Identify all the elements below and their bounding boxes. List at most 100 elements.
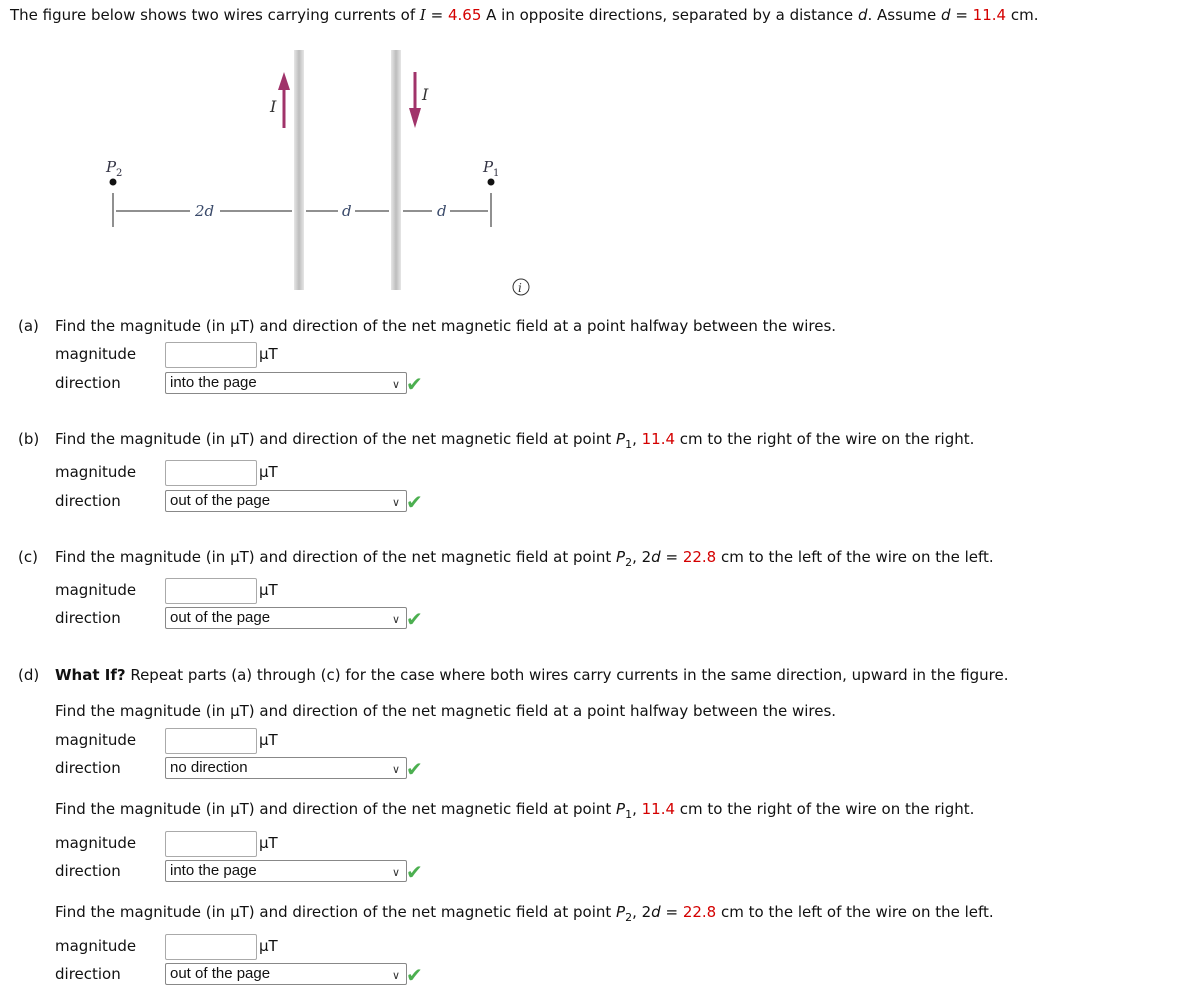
part-a-letter: (a)	[18, 317, 39, 335]
dim-label-d1: d	[342, 202, 352, 220]
svg-text:i: i	[518, 281, 522, 295]
part-d2-direction-label: direction	[55, 862, 121, 880]
q-text: Find the magnitude (in μT) and direction…	[55, 548, 617, 566]
current-value: 4.65	[447, 6, 482, 24]
part-a-magnitude-label: magnitude	[55, 345, 137, 363]
q-text: Find the magnitude (in μT) and direction…	[55, 903, 617, 921]
selected-value: no direction	[170, 759, 248, 776]
part-d3-magnitude-label: magnitude	[55, 937, 137, 955]
part-b-unit: μT	[259, 463, 278, 481]
part-d2-magnitude-label: magnitude	[55, 834, 137, 852]
right-wire	[391, 50, 401, 290]
point-symbol: P	[616, 548, 626, 566]
selected-value: out of the page	[170, 492, 271, 509]
part-d1-unit: μT	[259, 731, 278, 749]
p1-point	[487, 178, 495, 186]
distance-symbol-2: d	[941, 6, 951, 24]
intro-text-2: A in opposite directions, separated by a…	[481, 6, 858, 24]
part-c-question: Find the magnitude (in μT) and direction…	[55, 548, 994, 569]
chevron-down-icon: ∨	[391, 970, 400, 982]
equals: =	[660, 903, 683, 921]
part-d-letter: (d)	[18, 666, 40, 684]
point-symbol: P	[616, 800, 626, 818]
part-d1-direction-select[interactable]: no direction ∨	[165, 757, 407, 779]
dim-label-2d: 2d	[194, 202, 214, 220]
q-text-2: cm to the left of the wire on the left.	[716, 903, 994, 921]
what-if-label: What If?	[55, 666, 126, 684]
what-if-text: Repeat parts (a) through (c) for the cas…	[125, 666, 1009, 684]
chevron-down-icon: ∨	[391, 764, 400, 776]
chevron-down-icon: ∨	[391, 379, 400, 391]
part-d2-direction-select[interactable]: into the page ∨	[165, 860, 407, 882]
selected-value: out of the page	[170, 965, 271, 982]
part-d2-magnitude-input[interactable]	[165, 831, 257, 857]
part-b-magnitude-label: magnitude	[55, 463, 137, 481]
part-b-direction-select[interactable]: out of the page ∨	[165, 490, 407, 512]
checkmark-icon: ✔	[406, 963, 423, 987]
distance-value: 11.4	[972, 6, 1007, 24]
up-arrow-icon	[278, 72, 290, 128]
part-d3-direction-label: direction	[55, 965, 121, 983]
q-sep: ,	[632, 430, 642, 448]
part-a-question: Find the magnitude (in μT) and direction…	[55, 317, 837, 335]
checkmark-icon: ✔	[406, 490, 423, 514]
part-d1-direction-label: direction	[55, 759, 121, 777]
part-d3-magnitude-input[interactable]	[165, 934, 257, 960]
part-d-intro: What If? Repeat parts (a) through (c) fo…	[55, 666, 1009, 684]
point-symbol: P	[616, 430, 626, 448]
q-sep: , 2	[632, 903, 652, 921]
wires-figure: I I P 2 P 1 2d d d i	[105, 50, 530, 296]
q-sep: ,	[632, 800, 642, 818]
part-c-magnitude-input[interactable]	[165, 578, 257, 604]
selected-value: out of the page	[170, 609, 271, 626]
chevron-down-icon: ∨	[391, 614, 400, 626]
part-d2-unit: μT	[259, 834, 278, 852]
q-text: Find the magnitude (in μT) and direction…	[55, 430, 617, 448]
part-a-unit: μT	[259, 345, 278, 363]
part-b-letter: (b)	[18, 430, 40, 448]
checkmark-icon: ✔	[406, 607, 423, 631]
part-d2-question: Find the magnitude (in μT) and direction…	[55, 800, 974, 821]
part-c-letter: (c)	[18, 548, 38, 566]
p2-point	[109, 178, 117, 186]
left-wire	[294, 50, 304, 290]
problem-intro: The figure below shows two wires carryin…	[10, 6, 1038, 24]
part-b-magnitude-input[interactable]	[165, 460, 257, 486]
equals-2: =	[950, 6, 973, 24]
part-c-magnitude-label: magnitude	[55, 581, 137, 599]
down-arrow-icon	[409, 72, 421, 128]
part-a-direction-select[interactable]: into the page ∨	[165, 372, 407, 394]
dim-label-d2: d	[437, 202, 447, 220]
distance-value: 11.4	[641, 800, 676, 818]
chevron-down-icon: ∨	[391, 497, 400, 509]
distance-symbol: d	[651, 903, 661, 921]
p1-subscript: 1	[493, 168, 499, 179]
part-d3-question: Find the magnitude (in μT) and direction…	[55, 903, 994, 924]
part-c-direction-label: direction	[55, 609, 121, 627]
q-text-2: cm to the right of the wire on the right…	[675, 800, 975, 818]
p2-subscript: 2	[116, 168, 122, 179]
checkmark-icon: ✔	[406, 860, 423, 884]
distance-value: 22.8	[682, 903, 717, 921]
intro-text-4: cm.	[1006, 6, 1039, 24]
part-d1-question: Find the magnitude (in μT) and direction…	[55, 702, 837, 720]
q-text-2: cm to the right of the wire on the right…	[675, 430, 975, 448]
distance-value: 22.8	[682, 548, 717, 566]
point-symbol: P	[616, 903, 626, 921]
part-d1-magnitude-label: magnitude	[55, 731, 137, 749]
part-a-direction-label: direction	[55, 374, 121, 392]
info-icon[interactable]: i	[512, 278, 530, 296]
equals: =	[425, 6, 448, 24]
checkmark-icon: ✔	[406, 372, 423, 396]
part-a-magnitude-input[interactable]	[165, 342, 257, 368]
current-label-right: I	[421, 85, 429, 104]
selected-value: into the page	[170, 862, 257, 879]
distance-symbol: d	[651, 548, 661, 566]
part-c-direction-select[interactable]: out of the page ∨	[165, 607, 407, 629]
q-sep: , 2	[632, 548, 652, 566]
intro-text-3: . Assume	[867, 6, 942, 24]
equals: =	[660, 548, 683, 566]
part-d1-magnitude-input[interactable]	[165, 728, 257, 754]
part-d3-direction-select[interactable]: out of the page ∨	[165, 963, 407, 985]
chevron-down-icon: ∨	[391, 867, 400, 879]
